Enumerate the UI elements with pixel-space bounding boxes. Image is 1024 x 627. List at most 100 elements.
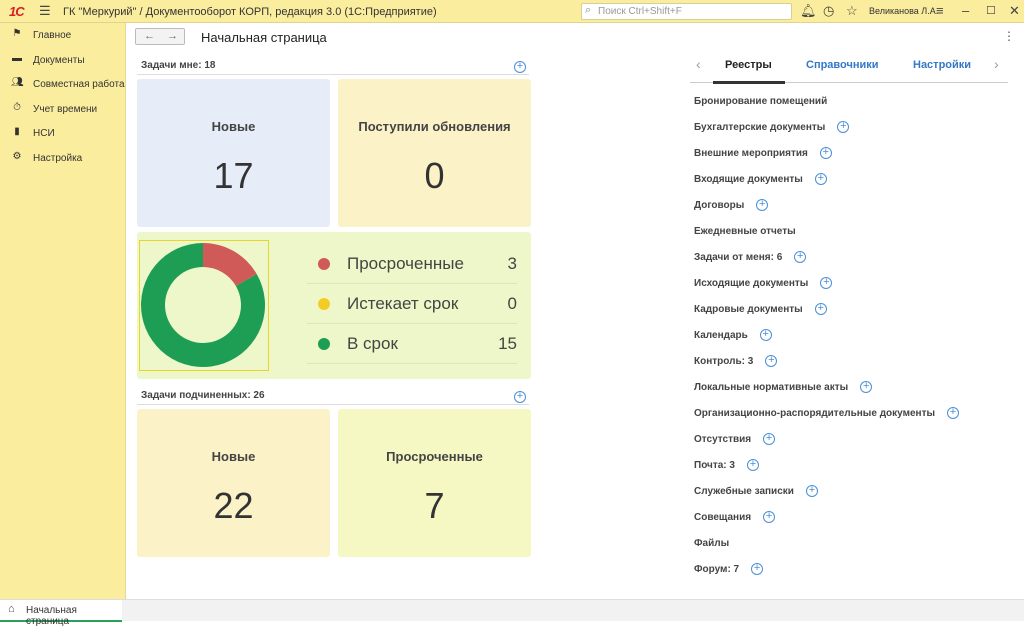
register-link[interactable]: Локальные нормативные акты: [694, 382, 848, 393]
tile-value: 22: [213, 485, 254, 526]
register-link[interactable]: Ежедневные отчеты: [694, 226, 796, 237]
sidebar: ⚑ Главное ▬ Документы 👥︎ Совместная работа ⏱︎ У…: [0, 23, 126, 599]
sidebar-item[interactable]: ▮ НСИ: [0, 121, 126, 145]
register-link[interactable]: Исходящие документы: [694, 278, 808, 289]
forward-arrow-icon[interactable]: →: [167, 30, 178, 42]
my-tasks-header[interactable]: Задачи мне: 18: [141, 60, 215, 71]
register-link[interactable]: Файлы: [694, 538, 729, 549]
register-link[interactable]: Бронирование помещений: [694, 96, 827, 107]
bottom-tabbar: ⌂ Начальная страница: [0, 599, 1024, 627]
add-register-icon[interactable]: +: [860, 381, 873, 393]
add-register-icon[interactable]: +: [805, 485, 818, 497]
sidebar-item[interactable]: ⏱︎ Учет времени: [0, 97, 126, 121]
sidebar-item-label: Документы: [33, 54, 85, 66]
status-label: Истекает срок: [347, 294, 459, 313]
register-link[interactable]: Организационно-распорядительные документ…: [694, 408, 935, 419]
sidebar-item-label: Учет времени: [33, 103, 98, 115]
add-register-icon[interactable]: +: [819, 147, 832, 159]
tile-new-tasks[interactable]: Новые 17: [137, 79, 330, 227]
register-link[interactable]: Совещания: [694, 512, 751, 523]
chevron-right-icon[interactable]: ›: [994, 56, 999, 72]
sidebar-item[interactable]: ⚑ Главное: [0, 23, 126, 47]
tab-directories[interactable]: Справочники: [806, 59, 879, 71]
tab-registers[interactable]: Реестры: [725, 59, 772, 71]
settings-icon: ⚙︎: [12, 150, 22, 162]
register-link[interactable]: Служебные записки: [694, 486, 794, 497]
tab-settings[interactable]: Настройки: [913, 59, 971, 71]
register-link[interactable]: Контроль: 3: [694, 356, 753, 367]
menu-icon[interactable]: ☰: [39, 3, 51, 19]
add-register-icon[interactable]: +: [947, 407, 960, 419]
register-link[interactable]: Бухгалтерские документы: [694, 122, 825, 133]
expiring-dot-icon: [318, 298, 330, 310]
sidebar-item[interactable]: ⚙︎ Настройка: [0, 146, 126, 170]
search-icon: ⌕: [585, 4, 592, 16]
register-link[interactable]: Почта: 3: [694, 460, 735, 471]
folder-icon: ▬: [12, 52, 22, 64]
registers-tabbar: ‹ Реестры Справочники Настройки ›: [690, 51, 1008, 84]
clock-icon: ⏱︎: [13, 101, 21, 113]
status-row-expiring[interactable]: Истекает срок 0: [307, 284, 517, 324]
tile-label: Просроченные: [386, 449, 483, 464]
sub-tasks-header[interactable]: Задачи подчиненных: 26: [141, 390, 265, 401]
divider: [137, 404, 529, 405]
add-register-icon[interactable]: +: [756, 199, 769, 211]
add-register-icon[interactable]: +: [763, 511, 776, 523]
add-register-icon[interactable]: +: [746, 459, 759, 471]
chevron-left-icon[interactable]: ‹: [696, 56, 701, 72]
sidebar-item-label: Главное: [33, 30, 72, 41]
add-register-icon[interactable]: +: [794, 251, 807, 263]
register-link[interactable]: Входящие документы: [694, 174, 803, 185]
close-icon[interactable]: ✕: [1009, 3, 1020, 19]
add-sub-task-icon[interactable]: +: [514, 391, 526, 403]
add-register-icon[interactable]: +: [759, 329, 772, 341]
add-register-icon[interactable]: +: [814, 173, 827, 185]
user-name[interactable]: Великанова Л.А.: [869, 6, 938, 16]
people-icon: 👥︎: [11, 77, 24, 88]
status-row-overdue[interactable]: Просроченные 3: [307, 244, 517, 284]
register-link[interactable]: Отсутствия: [694, 434, 751, 445]
register-link[interactable]: Календарь: [694, 330, 748, 341]
1c-logo: 1С: [9, 4, 25, 19]
active-tab-indicator: [713, 81, 785, 84]
add-my-task-icon[interactable]: +: [514, 61, 526, 73]
status-value: 3: [507, 254, 517, 273]
add-register-icon[interactable]: +: [837, 121, 850, 133]
sidebar-item-label: Настройка: [33, 152, 83, 164]
sidebar-item[interactable]: 👥︎ Совместная работа: [0, 72, 126, 96]
status-label: В срок: [347, 334, 398, 353]
bell-icon[interactable]: 🔔︎: [800, 3, 817, 19]
back-arrow-icon[interactable]: ←: [144, 30, 155, 42]
history-icon[interactable]: ◷: [823, 3, 834, 19]
overdue-dot-icon: [318, 258, 330, 270]
search-input[interactable]: ⌕ Поиск Ctrl+Shift+F: [581, 3, 792, 20]
nav-buttons: ← →: [135, 28, 185, 45]
status-row-on-time[interactable]: В срок 15: [307, 324, 517, 364]
add-register-icon[interactable]: +: [765, 355, 778, 367]
register-link[interactable]: Внешние мероприятия: [694, 148, 808, 159]
status-value: 0: [507, 294, 517, 313]
star-icon[interactable]: ☆: [846, 3, 858, 19]
bottom-tab-home[interactable]: ⌂ Начальная страница: [0, 600, 122, 627]
home-icon: ⌂: [8, 603, 15, 615]
sidebar-item[interactable]: ▬ Документы: [0, 48, 126, 72]
minimize-icon[interactable]: –: [962, 3, 969, 18]
maximize-icon[interactable]: ☐: [986, 4, 996, 17]
register-link[interactable]: Задачи от меня: 6: [694, 252, 782, 263]
tile-value: 7: [424, 485, 445, 526]
more-icon[interactable]: ⋮: [1003, 29, 1015, 43]
tile-sub-new[interactable]: Новые 22: [137, 409, 330, 557]
add-register-icon[interactable]: +: [751, 563, 764, 575]
tile-label: Новые: [211, 449, 256, 464]
register-link[interactable]: Договоры: [694, 200, 744, 211]
settings-menu-icon[interactable]: ≡: [936, 3, 944, 18]
register-link[interactable]: Кадровые документы: [694, 304, 803, 315]
add-register-icon[interactable]: +: [763, 433, 776, 445]
tile-updates[interactable]: Поступили обновления 0: [338, 79, 531, 227]
flag-icon: ⚑: [12, 28, 22, 39]
tile-sub-overdue[interactable]: Просроченные 7: [338, 409, 531, 557]
add-register-icon[interactable]: +: [814, 303, 827, 315]
register-link[interactable]: Форум: 7: [694, 564, 739, 575]
search-placeholder: Поиск Ctrl+Shift+F: [598, 6, 682, 17]
add-register-icon[interactable]: +: [820, 277, 833, 289]
